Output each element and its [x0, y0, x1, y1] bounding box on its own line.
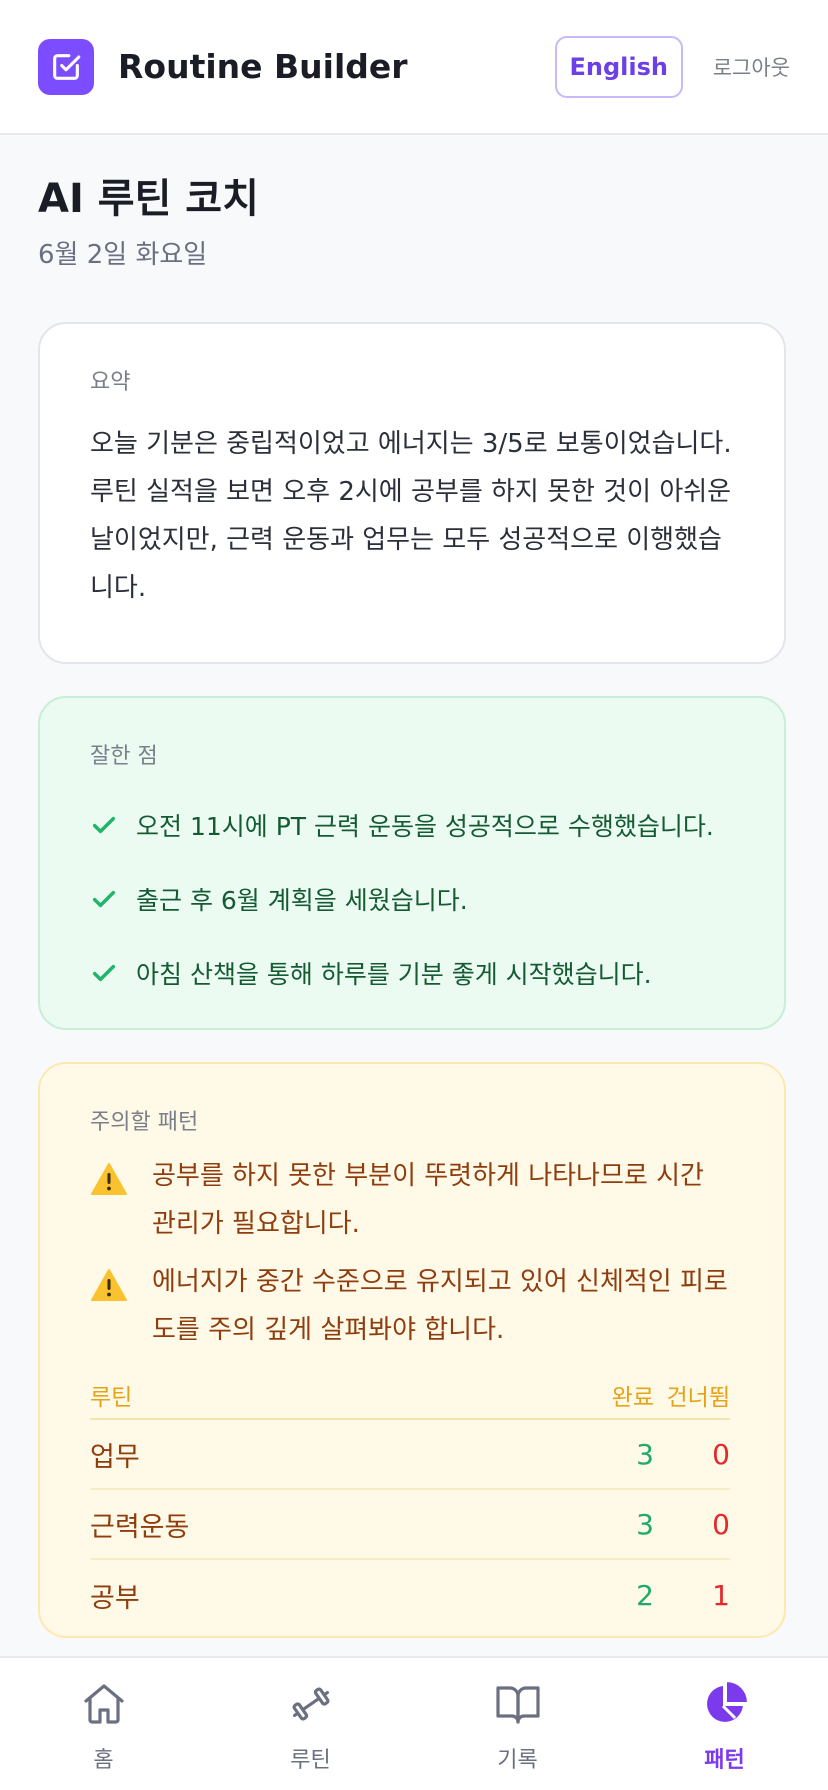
logout-link[interactable]: 로그아웃	[713, 52, 790, 82]
nav-item-routine[interactable]: 루틴	[207, 1658, 414, 1790]
watch-pattern-text: 공부를 하지 못한 부분이 뚜렷하게 나타나므로 시간 관리가 필요합니다.	[152, 1161, 704, 1239]
nav-label: 홈	[93, 1748, 114, 1773]
skipped-count: 0	[712, 1507, 730, 1541]
good-points-label: 잘한 점	[90, 744, 158, 769]
check-icon	[92, 816, 116, 834]
home-icon	[83, 1684, 124, 1724]
list-item: 오전 11시에 PT 근력 운동을 성공적으로 수행했습니다.	[90, 788, 734, 862]
skipped-count: 1	[712, 1578, 730, 1612]
header-skipped: 건너뜀	[666, 1385, 730, 1411]
warning-icon	[91, 1163, 127, 1195]
good-point-text: 아침 산책을 통해 하루를 기분 좋게 시작했습니다.	[136, 960, 652, 989]
header-done: 완료	[611, 1385, 654, 1411]
nav-item-home[interactable]: 홈	[0, 1658, 207, 1790]
done-count: 3	[636, 1507, 654, 1541]
table-header: 루틴 완료 건너뜀	[90, 1372, 730, 1420]
list-item: 출근 후 6월 계획을 세웠습니다.	[90, 862, 734, 936]
app-logo-icon	[38, 38, 94, 95]
routine-name: 근력운동	[90, 1511, 190, 1543]
table-row: 공부 2 1	[90, 1560, 730, 1630]
list-item: 아침 산책을 통해 하루를 기분 좋게 시작했습니다.	[90, 936, 734, 1010]
summary-label: 요약	[90, 370, 131, 395]
bottom-nav: 홈 루틴 기록 패턴	[0, 1656, 828, 1790]
check-icon	[92, 964, 116, 982]
summary-text: 오늘 기분은 중립적이었고 에너지는 3/5로 보통이었습니다. 루틴 실적을 …	[90, 429, 732, 603]
warning-icon	[91, 1269, 127, 1301]
top-header: Routine Builder English 로그아웃	[0, 0, 828, 135]
nav-label: 패턴	[704, 1748, 745, 1773]
nav-item-records[interactable]: 기록	[414, 1658, 621, 1790]
nav-label: 루틴	[290, 1748, 331, 1773]
app-root: Routine Builder English 로그아웃 AI 루틴 코치 6월…	[0, 0, 828, 1790]
routine-stats-table: 루틴 완료 건너뜀 업무 3 0 근력운동 3 0 공부 2 1	[90, 1372, 730, 1630]
good-points-card: 잘한 점 오전 11시에 PT 근력 운동을 성공적으로 수행했습니다. 출근 …	[38, 696, 786, 1030]
app-title: Routine Builder	[118, 47, 408, 86]
page-title: AI 루틴 코치	[38, 176, 259, 222]
good-point-text: 오전 11시에 PT 근력 운동을 성공적으로 수행했습니다.	[136, 812, 714, 841]
watch-patterns-card: 주의할 패턴 공부를 하지 못한 부분이 뚜렷하게 나타나므로 시간 관리가 필…	[38, 1062, 786, 1638]
routine-name: 공부	[90, 1582, 140, 1614]
page-date: 6월 2일 화요일	[38, 240, 208, 270]
summary-card: 요약 오늘 기분은 중립적이었고 에너지는 3/5로 보통이었습니다. 루틴 실…	[38, 322, 786, 664]
header-routine: 루틴	[90, 1385, 133, 1411]
check-icon	[92, 890, 116, 908]
list-item: 에너지가 중간 수준으로 유지되고 있어 신체적인 피로도를 주의 깊게 살펴봐…	[90, 1258, 734, 1354]
good-points-list: 오전 11시에 PT 근력 운동을 성공적으로 수행했습니다. 출근 후 6월 …	[90, 788, 734, 1010]
table-row: 업무 3 0	[90, 1420, 730, 1490]
good-point-text: 출근 후 6월 계획을 세웠습니다.	[136, 886, 468, 915]
routine-name: 업무	[90, 1441, 140, 1473]
watch-patterns-label: 주의할 패턴	[90, 1110, 199, 1135]
watch-patterns-list: 공부를 하지 못한 부분이 뚜렷하게 나타나므로 시간 관리가 필요합니다. 에…	[90, 1152, 734, 1354]
book-icon	[495, 1686, 540, 1724]
table-row: 근력운동 3 0	[90, 1490, 730, 1560]
language-button[interactable]: English	[554, 35, 683, 98]
skipped-count: 0	[712, 1437, 730, 1471]
nav-item-patterns[interactable]: 패턴	[621, 1658, 828, 1790]
watch-pattern-text: 에너지가 중간 수준으로 유지되고 있어 신체적인 피로도를 주의 깊게 살펴봐…	[152, 1267, 728, 1345]
done-count: 2	[636, 1578, 654, 1612]
list-item: 공부를 하지 못한 부분이 뚜렷하게 나타나므로 시간 관리가 필요합니다.	[90, 1152, 734, 1248]
pie-chart-icon	[706, 1682, 747, 1722]
dumbbell-icon	[291, 1687, 330, 1721]
nav-label: 기록	[497, 1748, 538, 1773]
done-count: 3	[636, 1437, 654, 1471]
